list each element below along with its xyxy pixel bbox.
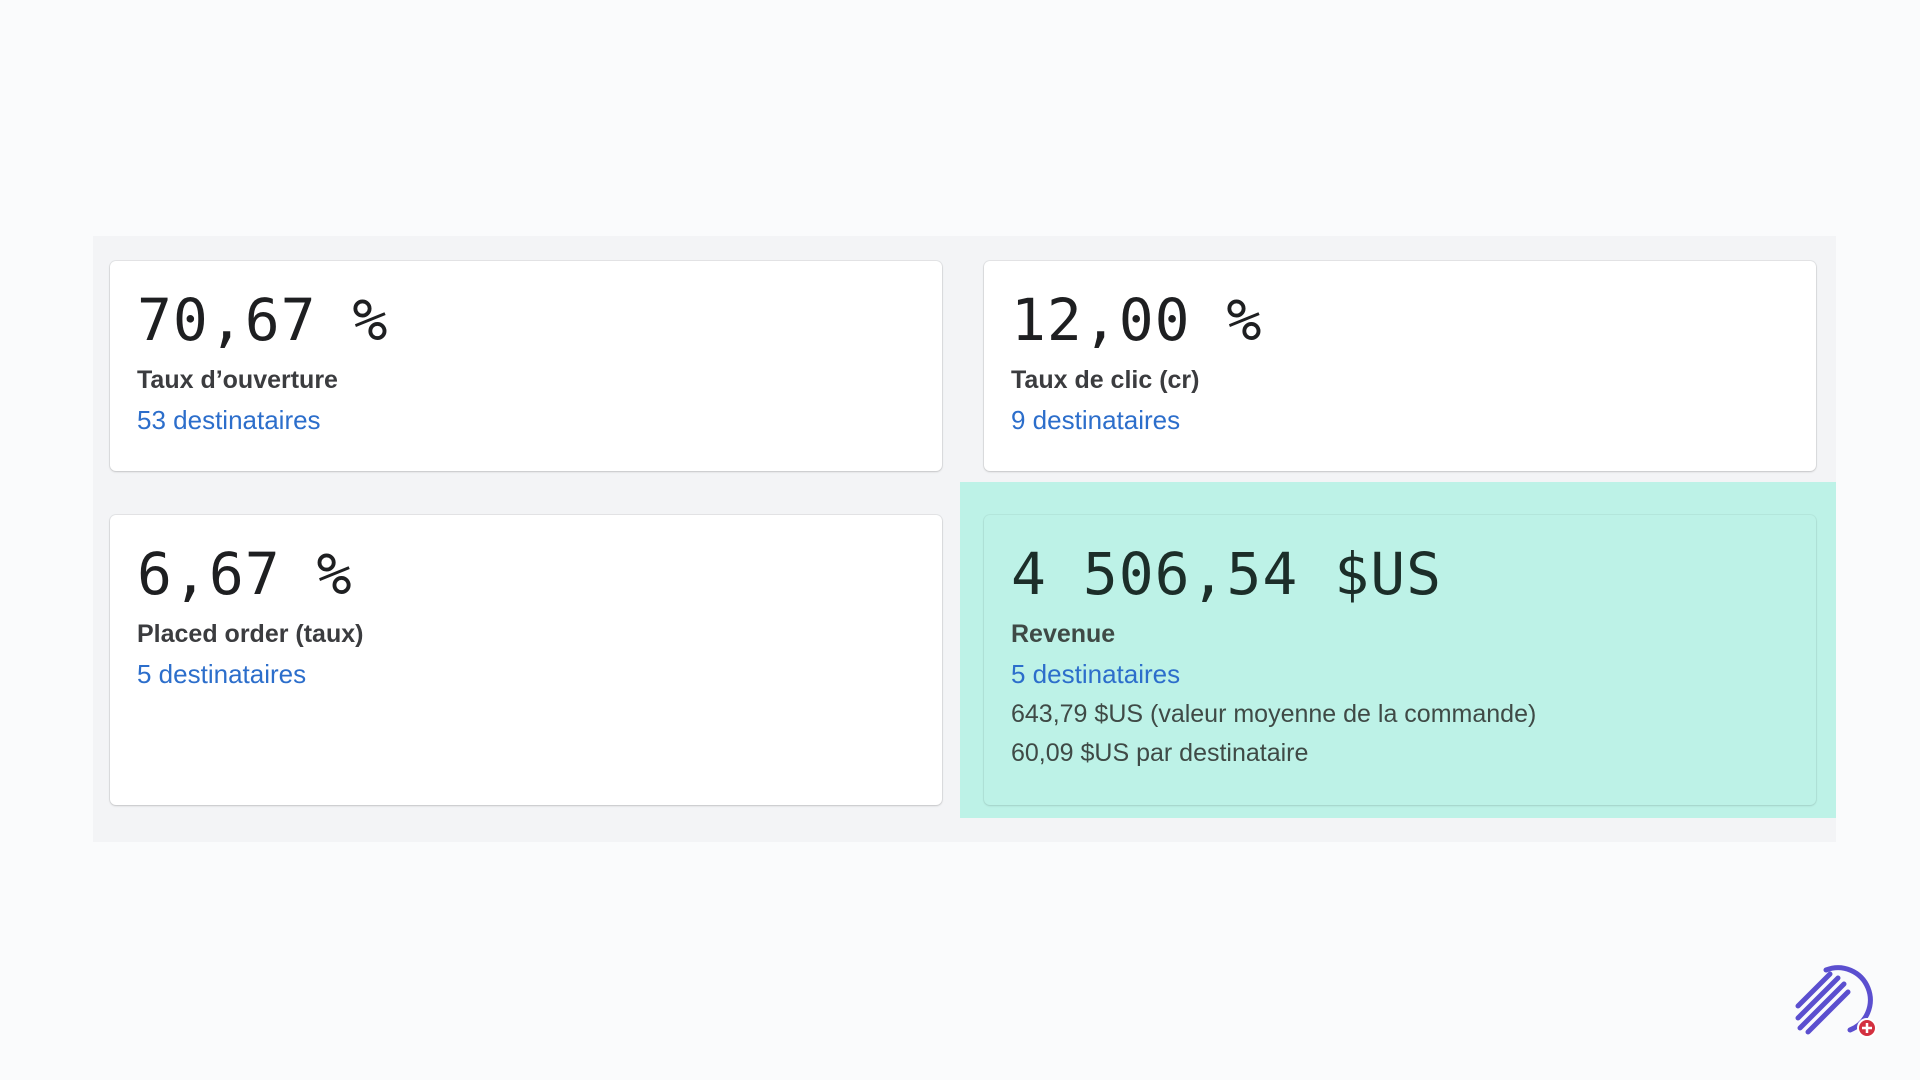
metric-card-open-rate: 70,67 % Taux d’ouverture 53 destinataire… <box>110 261 942 471</box>
striped-circle-logo-icon <box>1795 965 1877 1038</box>
recipients-link[interactable]: 5 destinataires <box>137 659 306 690</box>
metric-label: Taux de clic (cr) <box>1011 366 1200 394</box>
recipients-link[interactable]: 53 destinataires <box>137 405 321 436</box>
metric-card-click-rate: 12,00 % Taux de clic (cr) 9 destinataire… <box>984 261 1816 471</box>
average-order-value: 643,79 $US (valeur moyenne de la command… <box>1011 700 1537 729</box>
recipients-link[interactable]: 5 destinataires <box>1011 659 1180 690</box>
metric-label: Revenue <box>1011 620 1116 648</box>
metric-value: 70,67 % <box>137 286 389 354</box>
metric-value: 4 506,54 $US <box>1011 540 1443 608</box>
metric-card-placed-order: 6,67 % Placed order (taux) 5 destinatair… <box>110 515 942 805</box>
revenue-per-recipient: 60,09 $US par destinataire <box>1011 739 1309 768</box>
metric-label: Placed order (taux) <box>137 620 364 648</box>
metric-card-revenue: 4 506,54 $US Revenue 5 destinataires 643… <box>984 515 1816 805</box>
metric-label: Taux d’ouverture <box>137 366 338 394</box>
metric-value: 6,67 % <box>137 540 353 608</box>
metric-value: 12,00 % <box>1011 286 1263 354</box>
page: 70,67 % Taux d’ouverture 53 destinataire… <box>0 0 1920 1080</box>
recipients-link[interactable]: 9 destinataires <box>1011 405 1180 436</box>
